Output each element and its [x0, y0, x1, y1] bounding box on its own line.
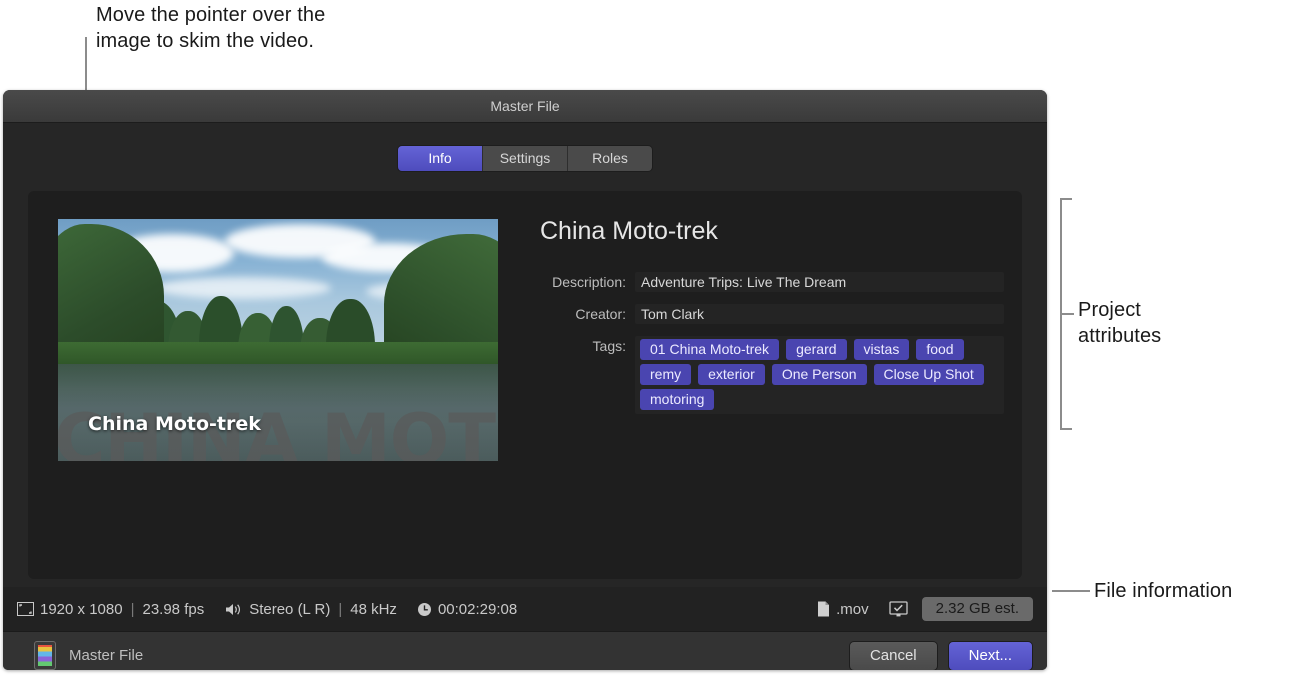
separator: |: [338, 600, 343, 618]
file-size-badge: 2.32 GB est.: [921, 597, 1033, 621]
creator-label: Creator:: [575, 306, 626, 322]
tab-roles[interactable]: Roles: [568, 146, 652, 171]
video-preview-thumbnail[interactable]: CHINA MOTO-TREK China Moto-trek: [58, 219, 498, 461]
duration-group: 00:02:29:08: [417, 601, 517, 618]
clock-icon: [417, 602, 432, 617]
description-field[interactable]: Adventure Trips: Live The Dream: [635, 272, 1004, 292]
tag-item[interactable]: One Person: [771, 364, 867, 385]
preview-overlay-label: China Moto-trek: [88, 413, 261, 435]
file-information-leader-line: [1052, 590, 1090, 592]
tag-item[interactable]: exterior: [698, 364, 765, 385]
description-label: Description:: [552, 274, 626, 290]
audio-channels-value: Stereo (L R): [249, 600, 331, 618]
cloud-shape: [154, 277, 331, 299]
tag-item[interactable]: remy: [640, 364, 692, 385]
tab-bar: Info Settings Roles: [3, 146, 1047, 171]
tab-settings[interactable]: Settings: [483, 146, 568, 171]
next-button[interactable]: Next...: [947, 640, 1033, 670]
sample-rate-value: 48 kHz: [350, 600, 397, 618]
window-body: Info Settings Roles CHINA MOT China Moto…: [3, 123, 1047, 631]
tag-item[interactable]: motoring: [640, 389, 715, 410]
tags-field[interactable]: 01 China Moto-trek gerard vistas food re…: [635, 336, 1004, 414]
separator: |: [130, 600, 135, 618]
tab-info[interactable]: Info: [398, 146, 483, 171]
project-attributes-leader-line: [1060, 313, 1074, 315]
skim-video-callout: Move the pointer over the image to skim …: [96, 4, 326, 52]
display-check-icon: [888, 600, 908, 618]
master-file-window: Master File Info Settings Roles CHINA MO…: [3, 90, 1047, 670]
project-attributes-section: China Moto-trek Description: Adventure T…: [513, 217, 1004, 426]
window-titlebar: Master File: [3, 90, 1047, 123]
tag-item[interactable]: vistas: [853, 339, 910, 360]
tags-row: Tags: 01 China Moto-trek gerard vistas f…: [513, 336, 1004, 414]
file-extension-value: .mov: [836, 600, 869, 618]
toolbar-title: Master File: [69, 647, 144, 664]
treeline: [58, 342, 498, 367]
window-toolbar: Master File Cancel Next...: [3, 631, 1047, 670]
tag-item[interactable]: 01 China Moto-trek: [640, 339, 780, 360]
film-strip-icon: [35, 642, 55, 669]
audio-group: Stereo (L R) | 48 kHz: [224, 601, 397, 618]
project-title: China Moto-trek: [540, 217, 718, 245]
info-panel: CHINA MOTO-TREK China Moto-trek China Mo…: [28, 191, 1022, 579]
project-attributes-label: Project attributes: [1078, 299, 1162, 347]
frame-size-icon: [17, 602, 34, 616]
tab-group: Info Settings Roles: [398, 146, 652, 171]
file-type-group: .mov: [817, 601, 869, 618]
window-title: Master File: [490, 98, 560, 114]
destination-group: [888, 600, 908, 618]
speaker-icon: [224, 602, 243, 617]
creator-field[interactable]: Tom Clark: [635, 304, 1004, 324]
resolution-value: 1920 x 1080: [40, 600, 123, 618]
file-information-label: File information: [1094, 580, 1233, 602]
tag-item[interactable]: food: [916, 339, 964, 360]
duration-value: 00:02:29:08: [437, 600, 518, 618]
frame-rate-value: 23.98 fps: [142, 600, 205, 618]
description-row: Description: Adventure Trips: Live The D…: [513, 272, 1004, 292]
tag-item[interactable]: Close Up Shot: [873, 364, 984, 385]
document-icon: [817, 601, 830, 617]
tags-label: Tags:: [592, 338, 626, 354]
tag-item[interactable]: gerard: [786, 339, 847, 360]
cancel-button[interactable]: Cancel: [848, 640, 938, 670]
file-information-bar: 1920 x 1080 | 23.98 fps Stereo (L R) | 4…: [3, 587, 1047, 631]
creator-row: Creator: Tom Clark: [513, 304, 1004, 324]
resolution-group: 1920 x 1080 | 23.98 fps: [17, 601, 204, 618]
